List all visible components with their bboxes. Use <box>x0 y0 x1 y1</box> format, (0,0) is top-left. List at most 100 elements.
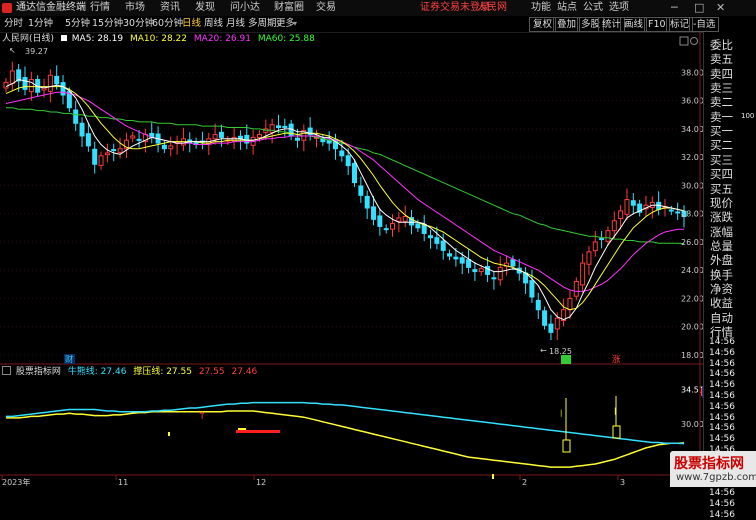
green-event-marker[interactable] <box>561 355 571 364</box>
candle[interactable] <box>586 251 592 265</box>
candle[interactable] <box>28 78 34 93</box>
zhang-marker[interactable]: 涨 <box>612 354 621 365</box>
period-fenshi[interactable]: 分时 <box>4 16 23 32</box>
maximize-icon[interactable]: □ <box>694 0 704 16</box>
candle[interactable] <box>358 185 364 196</box>
candle[interactable] <box>542 310 548 326</box>
menu-wenxiaoda[interactable]: 问小达 <box>230 0 260 16</box>
period-monthly[interactable]: 月线 <box>226 16 245 32</box>
candle[interactable] <box>396 217 402 222</box>
huaxian-button[interactable]: 画线 <box>620 17 648 32</box>
candle[interactable] <box>117 148 123 153</box>
cai-marker[interactable]: 财 <box>65 354 74 365</box>
candle[interactable] <box>364 195 370 209</box>
candle[interactable] <box>434 237 440 244</box>
period-15min[interactable]: 15分钟 <box>92 16 123 32</box>
candle[interactable] <box>60 82 66 96</box>
candle[interactable] <box>447 253 453 257</box>
candle[interactable] <box>611 220 617 232</box>
period-60min[interactable]: 60分钟 <box>152 16 183 32</box>
candle[interactable] <box>453 256 459 260</box>
period-5min[interactable]: 5分钟 <box>65 16 90 32</box>
menu-zixun[interactable]: 资讯 <box>160 0 180 16</box>
candle[interactable] <box>168 145 174 150</box>
candle[interactable] <box>104 152 110 156</box>
candle[interactable] <box>402 216 408 222</box>
candle[interactable] <box>339 150 345 157</box>
candle[interactable] <box>3 81 9 89</box>
fuquan-button[interactable]: 复权 <box>529 17 557 32</box>
candle[interactable] <box>9 70 15 84</box>
candle[interactable] <box>548 323 554 333</box>
candle[interactable] <box>630 200 636 206</box>
candle[interactable] <box>415 223 421 229</box>
candle[interactable] <box>428 235 434 239</box>
candle[interactable] <box>618 210 624 219</box>
candle[interactable] <box>92 148 98 165</box>
period-1min[interactable]: 1分钟 <box>28 16 53 32</box>
candle[interactable] <box>580 262 586 286</box>
candle[interactable] <box>371 206 377 220</box>
chart-settings-icon[interactable] <box>679 36 689 46</box>
candle[interactable] <box>554 317 560 330</box>
candle[interactable] <box>294 137 300 141</box>
candle[interactable] <box>675 211 681 214</box>
candle[interactable] <box>218 131 224 138</box>
candle[interactable] <box>275 125 281 129</box>
candle[interactable] <box>256 134 262 138</box>
candle[interactable] <box>535 299 541 311</box>
diejia-button[interactable]: 叠加 <box>553 17 581 32</box>
candle[interactable] <box>73 109 79 124</box>
candle[interactable] <box>599 238 605 241</box>
chart-canvas[interactable]: 38.0036.0034.0032.0030.0028.0026.0024.00… <box>0 32 703 487</box>
period-weekly[interactable]: 周线 <box>204 16 223 32</box>
menu-gongshi[interactable]: 公式 <box>583 0 603 16</box>
candle[interactable] <box>459 257 465 264</box>
candle[interactable] <box>472 269 478 273</box>
candle[interactable] <box>54 75 60 85</box>
candle[interactable] <box>136 138 142 141</box>
candle[interactable] <box>383 228 389 231</box>
candle[interactable] <box>529 280 535 298</box>
candle[interactable] <box>111 149 117 152</box>
menu-jiaoyi[interactable]: 交易 <box>316 0 336 16</box>
candle[interactable] <box>130 135 136 139</box>
candle[interactable] <box>567 297 573 311</box>
menu-gongneng[interactable]: 功能 <box>531 0 551 16</box>
candle[interactable] <box>352 162 358 184</box>
candle[interactable] <box>624 199 630 215</box>
period-multi[interactable]: 多周期 <box>248 16 277 32</box>
candle[interactable] <box>282 125 288 129</box>
period-30min[interactable]: 30分钟 <box>123 16 154 32</box>
candle[interactable] <box>47 74 53 92</box>
candle[interactable] <box>497 266 503 281</box>
menu-caifuquan[interactable]: 财富圈 <box>274 0 304 16</box>
menu-shichang[interactable]: 市场 <box>125 0 145 16</box>
close-icon[interactable]: ✕ <box>716 0 725 16</box>
menu-xuanxiang[interactable]: 选项 <box>609 0 629 16</box>
candle[interactable] <box>592 241 598 252</box>
candle[interactable] <box>85 133 91 147</box>
candle[interactable] <box>605 230 611 242</box>
period-daily[interactable]: 日线 <box>182 16 201 32</box>
candle[interactable] <box>440 240 446 251</box>
candle[interactable] <box>510 259 516 267</box>
menu-hangqing[interactable]: 行情 <box>90 0 110 16</box>
candle[interactable] <box>22 77 28 90</box>
candle[interactable] <box>573 280 579 297</box>
candle[interactable] <box>668 209 674 212</box>
candle[interactable] <box>478 268 484 273</box>
menu-faxian[interactable]: 发现 <box>195 0 215 16</box>
candle[interactable] <box>98 155 104 166</box>
candle[interactable] <box>269 124 275 133</box>
candle[interactable] <box>345 155 351 167</box>
candle[interactable] <box>390 223 396 230</box>
candle[interactable] <box>231 136 237 142</box>
chart-zoom-icon[interactable] <box>690 37 698 45</box>
candle[interactable] <box>79 122 85 137</box>
more-chevron-icon[interactable]: ▾ <box>293 16 297 32</box>
candle[interactable] <box>212 134 218 140</box>
sidebar-field-19[interactable]: 自动 <box>710 312 733 324</box>
minimize-icon[interactable]: ─ <box>671 0 678 16</box>
menu-zhandian[interactable]: 站点 <box>557 0 577 16</box>
